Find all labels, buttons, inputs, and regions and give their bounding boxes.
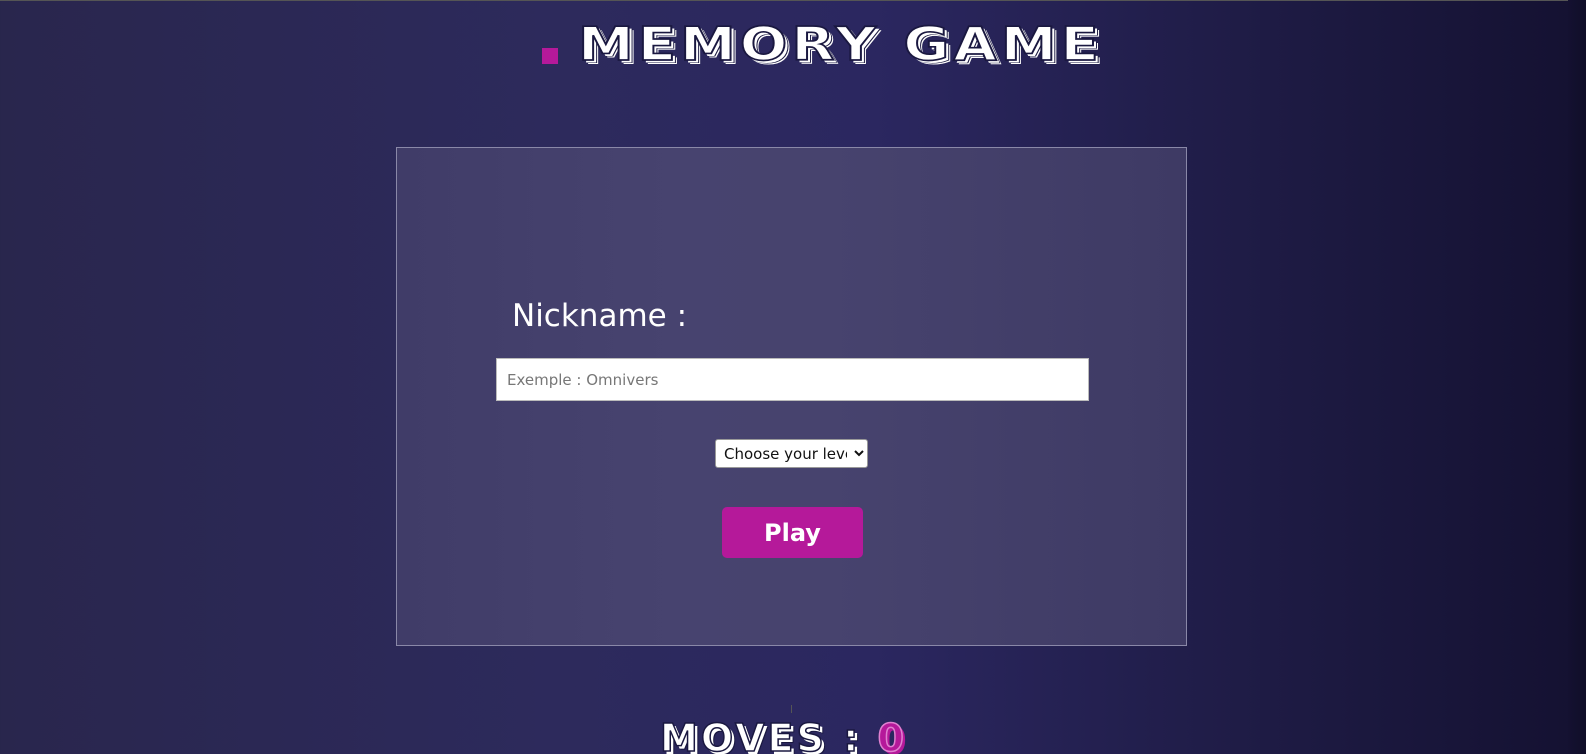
page-title: MEMORY GAME xyxy=(577,17,1103,72)
nickname-input[interactable] xyxy=(496,358,1089,401)
play-button[interactable]: Play xyxy=(722,507,863,558)
nickname-label: Nickname : xyxy=(512,298,688,334)
moves-label: MOVES : xyxy=(659,715,862,754)
top-divider xyxy=(0,0,1586,1)
moves-counter: MOVES : 0 xyxy=(659,715,907,754)
right-edge-shade xyxy=(1568,0,1586,754)
level-select[interactable]: Choose your level xyxy=(715,439,868,468)
start-form-panel: Nickname : Choose your level Play xyxy=(396,147,1187,646)
small-mark xyxy=(789,705,792,713)
moves-count: 0 xyxy=(877,715,907,754)
accent-square-icon xyxy=(542,48,558,64)
game-header: MEMORY GAME xyxy=(0,14,1586,94)
